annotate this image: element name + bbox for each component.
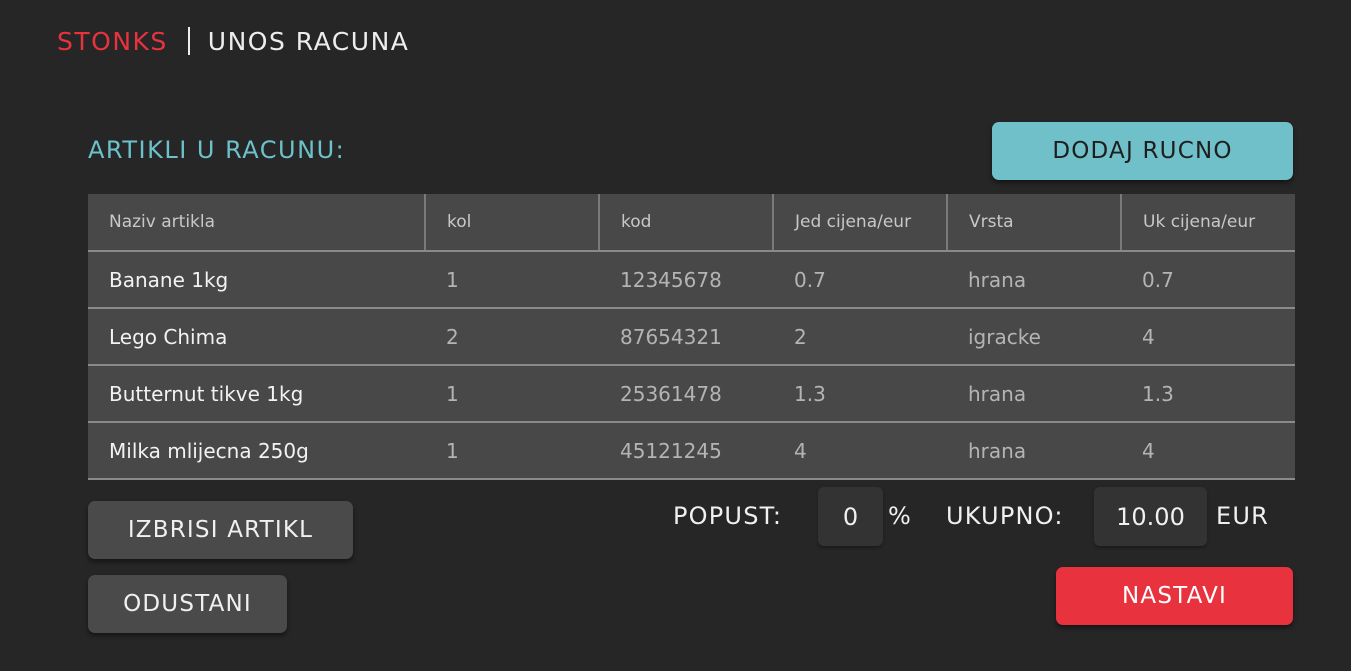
items-section-title: ARTIKLI U RACUNU: [88,136,346,164]
title-separator [187,27,190,55]
table-row[interactable]: Lego Chima 2 87654321 2 igracke 4 [88,308,1295,366]
cell-item-name: Banane 1kg [88,251,425,309]
cell-quantity: 1 [425,365,599,423]
continue-button[interactable]: NASTAVI [1056,567,1293,625]
cancel-button[interactable]: ODUSTANI [88,575,287,633]
column-header-type[interactable]: Vrsta [947,194,1122,252]
cell-quantity: 1 [425,251,599,309]
total-value: 10.00 [1094,487,1207,546]
table-row[interactable]: Butternut tikve 1kg 1 25361478 1.3 hrana… [88,365,1295,423]
add-manual-button[interactable]: DODAJ RUCNO [992,122,1293,180]
cell-code: 45121245 [599,422,773,480]
cell-type: hrana [947,422,1121,480]
top-bar: STONKS UNOS RACUNA [57,24,409,58]
column-header-name[interactable]: Naziv artikla [88,194,426,252]
total-label: UKUPNO: [946,502,1064,530]
cell-unit-price: 4 [773,422,947,480]
cell-quantity: 1 [425,422,599,480]
cell-item-name: Milka mlijecna 250g [88,422,425,480]
currency-label: EUR [1216,502,1270,530]
cell-total-price: 4 [1121,422,1295,480]
cell-total-price: 0.7 [1121,251,1295,309]
cell-unit-price: 2 [773,308,947,366]
brand-logo-text: STONKS [57,26,168,56]
cell-code: 25361478 [599,365,773,423]
column-header-code[interactable]: kod [599,194,774,252]
cell-total-price: 1.3 [1121,365,1295,423]
discount-unit: % [888,502,913,530]
column-header-unit-price[interactable]: Jed cijena/eur [773,194,948,252]
table-header-row: Naziv artikla kol kod Jed cijena/eur Vrs… [88,194,1295,252]
receipt-entry-screen: STONKS UNOS RACUNA ARTIKLI U RACUNU: DOD… [0,0,1351,671]
column-header-quantity[interactable]: kol [425,194,600,252]
cell-total-price: 4 [1121,308,1295,366]
cell-type: hrana [947,251,1121,309]
cell-code: 87654321 [599,308,773,366]
cell-type: hrana [947,365,1121,423]
cell-item-name: Butternut tikve 1kg [88,365,425,423]
cell-code: 12345678 [599,251,773,309]
discount-label: POPUST: [673,502,783,530]
page-title: UNOS RACUNA [207,26,410,56]
column-header-total-price[interactable]: Uk cijena/eur [1121,194,1295,252]
table-row[interactable]: Milka mlijecna 250g 1 45121245 4 hrana 4 [88,422,1295,480]
cell-unit-price: 1.3 [773,365,947,423]
receipt-items-table: Naziv artikla kol kod Jed cijena/eur Vrs… [88,194,1295,480]
discount-input[interactable]: 0 [818,487,883,546]
cell-unit-price: 0.7 [773,251,947,309]
cell-quantity: 2 [425,308,599,366]
cell-item-name: Lego Chima [88,308,425,366]
table-row[interactable]: Banane 1kg 1 12345678 0.7 hrana 0.7 [88,251,1295,309]
delete-item-button[interactable]: IZBRISI ARTIKL [88,501,353,559]
cell-type: igracke [947,308,1121,366]
